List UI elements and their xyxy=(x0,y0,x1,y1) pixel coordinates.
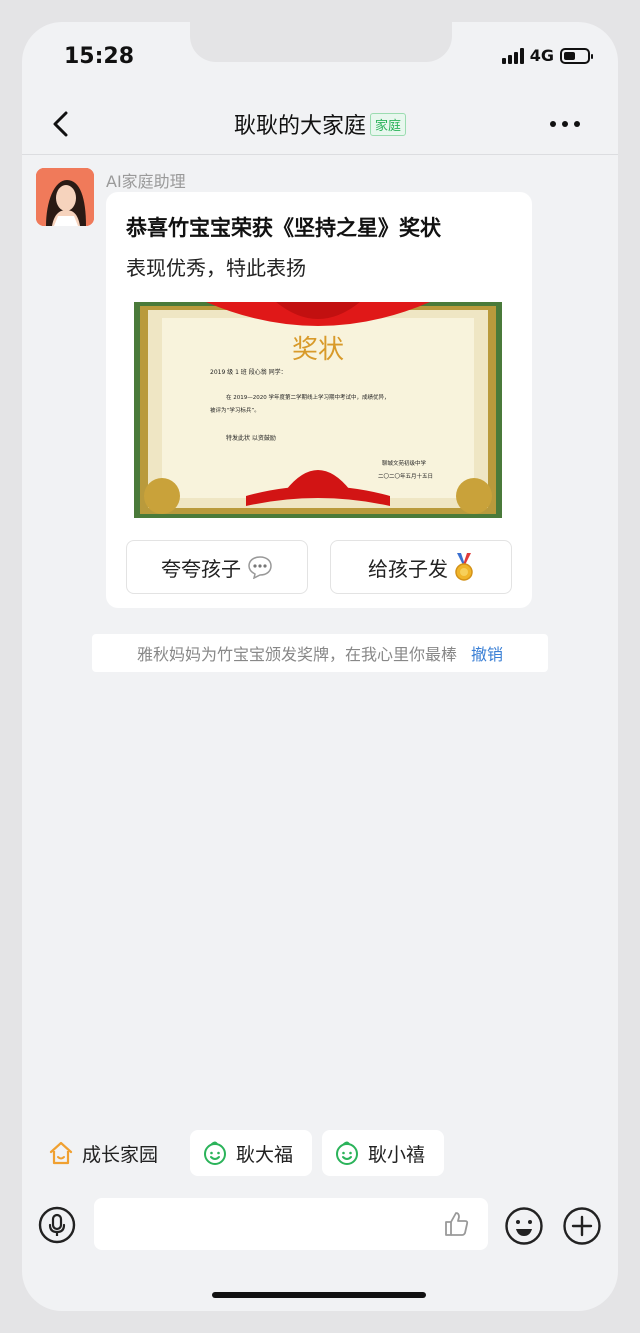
praise-child-button[interactable]: 夸夸孩子 xyxy=(126,540,308,594)
undo-link[interactable]: 撤销 xyxy=(471,641,503,665)
certificate-school: 聊城文苑初级中学 xyxy=(382,459,427,467)
notice-text: 雅秋妈妈为竹宝宝颁发奖牌，在我心里你最棒 xyxy=(136,645,457,664)
certificate-heading: 奖状 xyxy=(292,335,344,365)
sender-name: AI家庭助理 xyxy=(106,172,186,191)
chip-label: 耿小禧 xyxy=(368,1143,426,1166)
more-icon[interactable] xyxy=(550,121,580,127)
status-time: 15:28 xyxy=(64,44,135,69)
certificate-image[interactable]: 奖状 2019 级 1 班 段心翁 同学： 在 2019—2020 学年度第二学… xyxy=(126,300,510,520)
status-indicators: 4G xyxy=(501,46,593,65)
system-notice: 雅秋妈妈为竹宝宝颁发奖牌，在我心里你最棒 撤销 xyxy=(92,634,548,672)
emoji-icon[interactable] xyxy=(504,1206,544,1246)
message-input[interactable] xyxy=(94,1198,488,1250)
message-subtitle: 表现优秀，特此表扬 xyxy=(126,256,306,280)
praise-label: 夸夸孩子 xyxy=(161,556,241,581)
home-indicator[interactable] xyxy=(212,1292,426,1298)
battery-icon xyxy=(560,47,593,64)
signal-icon xyxy=(501,47,524,64)
certificate-line-3: 被评为“学习标兵”。 xyxy=(210,406,260,414)
chip-growth-home[interactable]: 成长家园 xyxy=(36,1130,180,1176)
certificate-line-1: 2019 级 1 班 段心翁 同学： xyxy=(210,368,287,376)
chip-xiao-xi[interactable]: 耿小禧 xyxy=(322,1130,444,1176)
microphone-icon[interactable] xyxy=(38,1206,76,1244)
plus-icon[interactable] xyxy=(562,1206,602,1246)
input-bar xyxy=(22,1198,618,1254)
award-label: 给孩子发 xyxy=(368,556,448,581)
chip-label: 成长家园 xyxy=(82,1143,159,1166)
award-message-card[interactable]: 恭喜竹宝宝荣获《坚持之星》奖状 表现优秀，特此表扬 奖状 2019 级 1 班 … xyxy=(106,192,532,608)
chat-title: 耿耿的大家庭 xyxy=(233,114,366,139)
certificate-date: 二〇二〇年五月十五日 xyxy=(378,472,433,480)
nav-bar: 耿耿的大家庭 家庭 xyxy=(22,94,618,155)
baby-face-icon xyxy=(204,1141,226,1165)
thumbs-up-icon[interactable] xyxy=(442,1210,470,1238)
house-icon xyxy=(49,1141,73,1165)
speech-bubble-icon xyxy=(248,556,272,579)
assistant-avatar-icon xyxy=(36,168,94,226)
page-title: 耿耿的大家庭 家庭 xyxy=(22,108,618,140)
give-award-button[interactable]: 给孩子发 xyxy=(330,540,512,594)
network-type: 4G xyxy=(529,46,554,65)
family-tag: 家庭 xyxy=(370,113,407,136)
certificate-line-4: 特发此状 以资鼓励 xyxy=(226,434,276,442)
avatar[interactable] xyxy=(36,168,94,226)
chip-da-fu[interactable]: 耿大福 xyxy=(190,1130,312,1176)
phone-screen: 15:28 4G 耿耿的大家庭 家庭 AI家庭助理 恭喜竹宝宝荣获《坚持之星》奖状… xyxy=(22,22,618,1311)
certificate-line-2: 在 2019—2020 学年度第二学期线上学习期中考试中，成绩优异， xyxy=(226,393,390,401)
baby-face-icon xyxy=(336,1141,358,1165)
chip-label: 耿大福 xyxy=(236,1143,294,1166)
medal-icon xyxy=(455,553,473,581)
message-title: 恭喜竹宝宝荣获《坚持之星》奖状 xyxy=(126,216,441,240)
notch xyxy=(190,22,452,62)
